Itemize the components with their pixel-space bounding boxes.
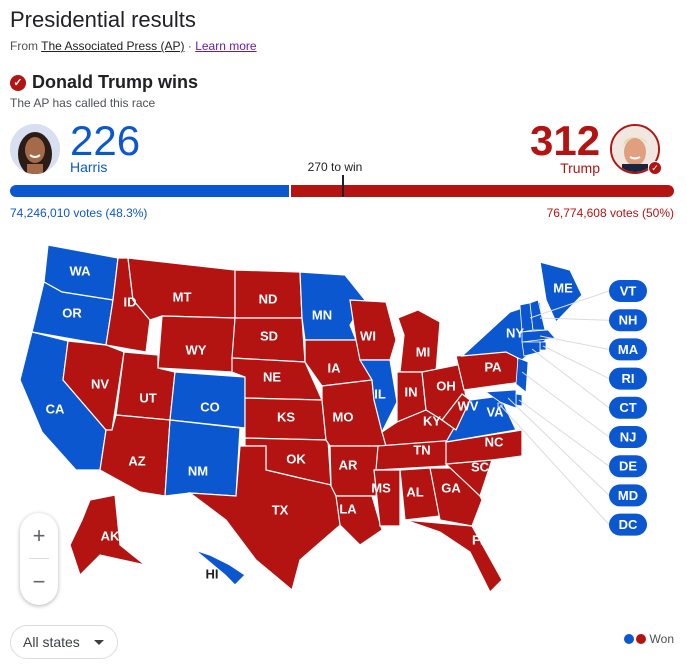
state-label: NV [91,376,109,391]
trump-popular-votes: 76,774,608 votes (50%) [546,206,674,220]
state-label: MS [371,480,391,495]
harris-avatar [10,124,60,174]
harris-bar-segment [10,185,289,197]
leader-line [507,397,610,496]
state-label: MO [333,409,354,424]
legend-dem-dot [623,634,634,644]
state-label: NC [485,434,504,449]
state-label: DC [619,517,638,532]
us-electoral-map[interactable]: WA OR CA NV ID MT WY UT AZ CO NM ND SD NE KS OK TX MN IA MO… [0,235,687,615]
state-label: MA [618,342,639,357]
state-filter-dropdown[interactable]: All states [10,625,118,659]
leader-line [542,345,610,380]
state-label: KY [423,413,441,428]
state-label: MN [312,307,332,322]
state-label: IN [405,384,418,399]
state-label: WI [360,328,376,343]
leader-line [499,404,610,525]
legend-label: Won [649,632,674,646]
source-line: From The Associated Press (AP) · Learn m… [10,39,257,53]
state-fl[interactable] [404,519,503,594]
state-ma[interactable] [521,329,556,343]
state-label: NY [506,325,524,340]
state-label: IL [374,386,386,401]
state-label: AZ [128,453,145,468]
ap-link[interactable]: The Associated Press (AP) [41,39,184,53]
winner-text: Donald Trump wins [32,72,199,92]
check-circle-icon: ✓ [10,74,26,91]
state-label: KS [277,409,295,424]
state-label: OR [62,305,82,320]
trump-bar-segment [290,185,674,197]
learn-more-link[interactable]: Learn more [195,39,256,53]
leader-line [531,348,610,409]
zoom-controls: + − [20,513,58,605]
trump-name: Trump [560,160,600,176]
state-label: ME [553,280,573,295]
state-label: ID [124,294,137,309]
zoom-out-button[interactable]: − [20,559,58,605]
dropdown-value: All states [23,634,80,650]
separator: · [187,39,192,53]
state-label: PA [484,359,502,374]
threshold-label: 270 to win [307,160,363,174]
leader-line [518,399,610,467]
state-label: GA [441,480,461,495]
state-label: WA [70,263,92,278]
state-nm[interactable] [164,419,241,497]
state-label: SC [471,459,490,474]
from-label: From [10,39,38,53]
state-label: RI [622,371,635,386]
state-label: WV [458,398,479,413]
state-label: SD [260,328,278,343]
harris-popular-votes: 74,246,010 votes (48.3%) [10,206,148,220]
state-label: IA [328,360,342,375]
state-label: CA [46,401,65,416]
state-label: OH [436,378,456,393]
caret-down-icon [93,639,104,645]
state-label: NH [619,313,638,328]
divider [29,558,49,559]
state-mi[interactable] [397,309,441,373]
state-label: WY [186,342,207,357]
trump-electoral-votes: 312 [530,117,601,164]
leader-line [539,317,610,321]
state-label: VT [620,283,637,298]
harris-name: Harris [70,159,108,175]
state-label: OK [286,451,306,466]
state-label: CT [619,400,636,415]
winner-check-icon: ✓ [648,161,662,175]
state-label: NJ [620,429,637,444]
state-label: AL [406,484,423,499]
page-title: Presidential results [10,7,196,32]
leader-line [521,371,610,438]
state-label: NE [263,369,281,384]
state-label: AK [101,528,120,543]
state-label: MI [416,344,430,359]
zoom-in-button[interactable]: + [20,513,58,559]
state-label: MT [173,289,192,304]
harris-electoral-votes: 226 [70,117,141,164]
state-label: ND [259,291,278,306]
state-label: NM [188,463,208,478]
leader-line [539,335,610,350]
race-called-text: The AP has called this race [10,96,156,110]
state-label: DE [619,459,637,474]
state-label: AR [339,457,358,472]
legend-rep-dot [635,634,646,644]
state-ct[interactable] [521,341,541,357]
state-label: TX [272,502,289,517]
state-label: HI [206,566,219,581]
state-hi[interactable] [194,549,246,586]
state-label: CO [200,399,220,414]
state-label: TN [413,442,430,457]
winner-heading: ✓ Donald Trump wins [10,72,198,93]
state-label: MD [618,488,638,503]
state-label: FL [472,532,488,547]
legend: Won [623,632,674,646]
state-label: UT [139,390,156,405]
threshold-marker [342,175,344,197]
state-label: LA [339,501,357,516]
